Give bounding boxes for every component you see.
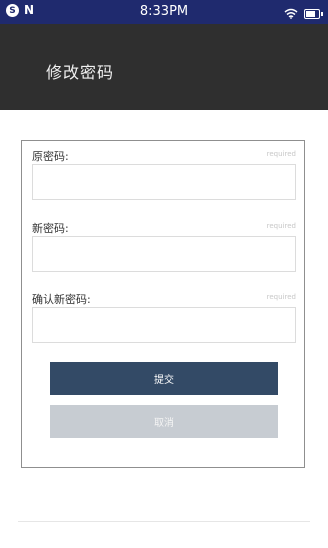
page-title: 修改密码 bbox=[46, 63, 115, 82]
app-header: 修改密码 bbox=[0, 24, 328, 110]
battery-icon bbox=[304, 8, 323, 19]
password-form: 原密码: required 新密码: required 确认新密码: requi… bbox=[21, 140, 305, 468]
new-password-input[interactable] bbox=[32, 236, 296, 272]
old-password-label: 原密码: bbox=[32, 150, 69, 163]
submit-button[interactable]: 提交 bbox=[50, 362, 278, 395]
required-hint: required bbox=[266, 222, 296, 230]
new-password-label: 新密码: bbox=[32, 222, 69, 235]
confirm-password-label: 确认新密码: bbox=[32, 293, 91, 306]
status-right-icons bbox=[284, 4, 323, 23]
required-hint: required bbox=[266, 293, 296, 301]
status-bar: S N 8:33PM bbox=[0, 0, 328, 24]
required-hint: required bbox=[266, 150, 296, 158]
status-time: 8:33PM bbox=[139, 4, 189, 19]
wifi-icon bbox=[284, 4, 298, 23]
confirm-password-input[interactable] bbox=[32, 307, 296, 343]
cancel-button[interactable]: 取消 bbox=[50, 405, 278, 438]
old-password-input[interactable] bbox=[32, 164, 296, 200]
divider bbox=[18, 521, 310, 522]
